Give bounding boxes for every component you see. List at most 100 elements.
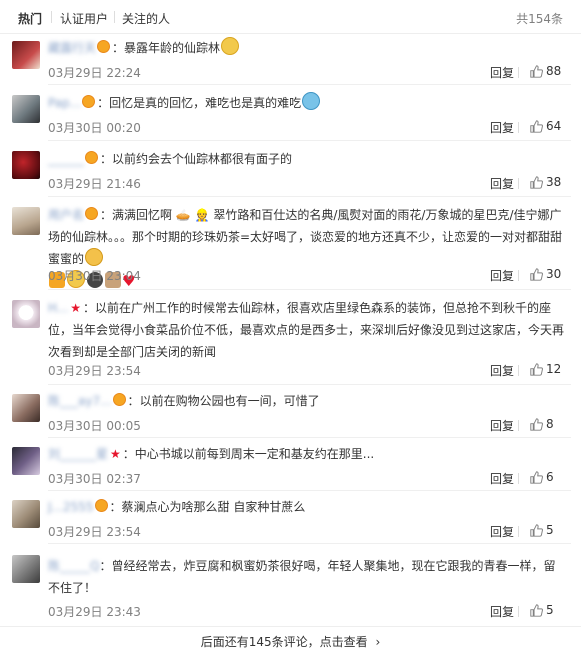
avatar[interactable] [12, 151, 40, 179]
comment-time: 03月30日 00:05 [48, 419, 141, 433]
comment-item: H... ★ ：以前在广州工作的时候常去仙踪林，很喜欢店里绿色森系的装饰，但总抢不到… [0, 291, 581, 385]
comment-body: J...2555 ：蔡澜点心为啥那么甜 自家种甘蔗么 [48, 496, 567, 518]
comment-time: 03月29日 21:46 [48, 177, 141, 191]
reply-button[interactable]: 回复 [490, 362, 514, 379]
tab-verified-users[interactable]: 认证用户 [60, 10, 108, 27]
divider [518, 473, 519, 484]
tab-following[interactable]: 关注的人 [122, 10, 170, 27]
comment-text: 满满回忆啊 🥧 👷 翠竹路和百仕达的名典/風熨对面的雨花/万象城的星巴克/佳宁娜… [48, 208, 563, 266]
like-button[interactable]: 30 [530, 267, 561, 281]
reply-button[interactable]: 回复 [490, 175, 514, 192]
avatar[interactable] [12, 394, 40, 422]
comment-body: 陈_____Q：曾经经常去，炸豆腐和枫蜜奶茶很好喝，年轻人聚集地，现在它跟我的青… [48, 555, 567, 599]
thumbs-up-icon [530, 418, 543, 431]
thumbs-up-icon [530, 524, 543, 537]
vip-badge-icon [112, 393, 126, 406]
like-button[interactable]: 8 [530, 417, 554, 431]
username-link[interactable]: 陈___ay7... [48, 390, 112, 412]
reply-button[interactable]: 回复 [490, 64, 514, 81]
avatar[interactable] [12, 447, 40, 475]
divider [518, 606, 519, 617]
comment-item: 陈_____Q：曾经经常去，炸豆腐和枫蜜奶茶很好喝，年轻人聚集地，现在它跟我的青… [0, 545, 581, 625]
username-link[interactable]: ______ [48, 148, 84, 170]
like-count: 38 [546, 175, 562, 189]
vip-badge-icon [94, 499, 108, 512]
comment-text: 中心书城以前每到周末一定和基友约在那里... [134, 447, 375, 461]
thumbs-up-icon [530, 604, 543, 617]
username-link[interactable]: 陈_____Q [48, 555, 99, 577]
like-count: 8 [546, 417, 554, 431]
load-more-text: 后面还有145条评论，点击查看 [200, 635, 368, 649]
like-button[interactable]: 12 [530, 362, 561, 376]
avatar[interactable] [12, 95, 40, 123]
comment-item: ______ ：以前约会去个仙踪林都很有面子的 03月29日 21:46 回复 3… [0, 142, 581, 197]
vip-badge-icon [97, 40, 111, 53]
thumbs-up-icon [530, 363, 543, 376]
like-count: 64 [546, 119, 562, 133]
tab-divider [114, 11, 115, 23]
comment-text: 以前在广州工作的时候常去仙踪林，很喜欢店里绿色森系的装饰，但总抢不到秋千的座位，… [48, 301, 565, 359]
reply-button[interactable]: 回复 [490, 267, 514, 284]
comment-item: 用户名 ：满满回忆啊 🥧 👷 翠竹路和百仕达的名典/風熨对面的雨花/万象城的星巴克… [0, 198, 581, 290]
vip-badge-icon [82, 95, 96, 108]
avatar[interactable] [12, 500, 40, 528]
comment-body: Pap... ：回忆是真的回忆，难吃也是真的难吃 [48, 92, 567, 114]
divider [518, 67, 519, 78]
reply-button[interactable]: 回复 [490, 119, 514, 136]
emoji-face-icon [221, 37, 240, 55]
avatar[interactable] [12, 555, 40, 583]
star-badge-icon: ★ [70, 301, 82, 315]
comment-item: 陈___ay7... ：以前在购物公园也有一间，可惜了 03月30日 00:05 … [0, 386, 581, 438]
comment-time: 03月29日 23:54 [48, 364, 141, 378]
vip-badge-icon [85, 207, 99, 220]
thumbs-up-icon [530, 176, 543, 189]
username-link[interactable]: 用户名 [48, 204, 84, 226]
comment-text: 曾经经常去，炸豆腐和枫蜜奶茶很好喝，年轻人聚集地，现在它跟我的青春一样，留不住了… [48, 559, 556, 595]
comment-body: H... ★ ：以前在广州工作的时候常去仙踪林，很喜欢店里绿色森系的装饰，但总抢不到… [48, 297, 567, 363]
username-link[interactable]: 刘______星 [48, 443, 108, 465]
reply-button[interactable]: 回复 [490, 470, 514, 487]
comment-time: 03月29日 23:54 [48, 525, 141, 539]
divider [518, 526, 519, 537]
comment-body: ______ ：以前约会去个仙踪林都很有面子的 [48, 148, 567, 170]
divider [518, 420, 519, 431]
comment-body: 藏露行天 ：暴露年龄的仙踪林 [48, 37, 567, 59]
thumbs-up-icon [530, 471, 543, 484]
load-more-comments[interactable]: 后面还有145条评论，点击查看 › [0, 626, 581, 657]
comment-time: 03月30日 23:04 [48, 269, 141, 283]
comment-text: 蔡澜点心为啥那么甜 自家种甘蔗么 [121, 500, 306, 514]
username-link[interactable]: J...2555 [48, 496, 94, 518]
like-button[interactable]: 5 [530, 523, 554, 537]
comment-item: Pap... ：回忆是真的回忆，难吃也是真的难吃 03月30日 00:20 回复 … [0, 86, 581, 141]
thumbs-up-icon [530, 65, 543, 78]
avatar[interactable] [12, 207, 40, 235]
reply-button[interactable]: 回复 [490, 523, 514, 540]
comment-text: 以前在购物公园也有一间，可惜了 [139, 394, 320, 408]
username-link[interactable]: H... [48, 297, 68, 319]
emoji-smile-icon [85, 248, 104, 266]
comment-panel: 热门 认证用户 关注的人 共154条 藏露行天 ：暴露年龄的仙踪林 03月29日 … [0, 0, 581, 657]
username-link[interactable]: Pap... [48, 92, 81, 114]
like-button[interactable]: 88 [530, 64, 561, 78]
tab-hot[interactable]: 热门 [18, 10, 42, 27]
reply-button[interactable]: 回复 [490, 603, 514, 620]
like-button[interactable]: 6 [530, 470, 554, 484]
comment-text: 回忆是真的回忆，难吃也是真的难吃 [109, 96, 302, 110]
comment-time: 03月29日 23:43 [48, 605, 141, 619]
comment-text: 以前约会去个仙踪林都很有面子的 [112, 152, 293, 166]
avatar[interactable] [12, 300, 40, 328]
comment-item: J...2555 ：蔡澜点心为啥那么甜 自家种甘蔗么 03月29日 23:54 回… [0, 492, 581, 544]
like-button[interactable]: 38 [530, 175, 561, 189]
comment-tabs: 热门 认证用户 关注的人 共154条 [0, 0, 581, 34]
avatar[interactable] [12, 41, 40, 69]
comment-body: 陈___ay7... ：以前在购物公园也有一间，可惜了 [48, 390, 567, 412]
username-link[interactable]: 藏露行天 [48, 37, 96, 59]
thumbs-up-icon [530, 268, 543, 281]
comment-item: 刘______星 ★ ：中心书城以前每到周末一定和基友约在那里... 03月30日 … [0, 439, 581, 491]
like-count: 5 [546, 603, 554, 617]
like-button[interactable]: 64 [530, 119, 561, 133]
reply-button[interactable]: 回复 [490, 417, 514, 434]
like-count: 30 [546, 267, 562, 281]
comment-body: 刘______星 ★ ：中心书城以前每到周末一定和基友约在那里... [48, 443, 567, 465]
like-button[interactable]: 5 [530, 603, 554, 617]
